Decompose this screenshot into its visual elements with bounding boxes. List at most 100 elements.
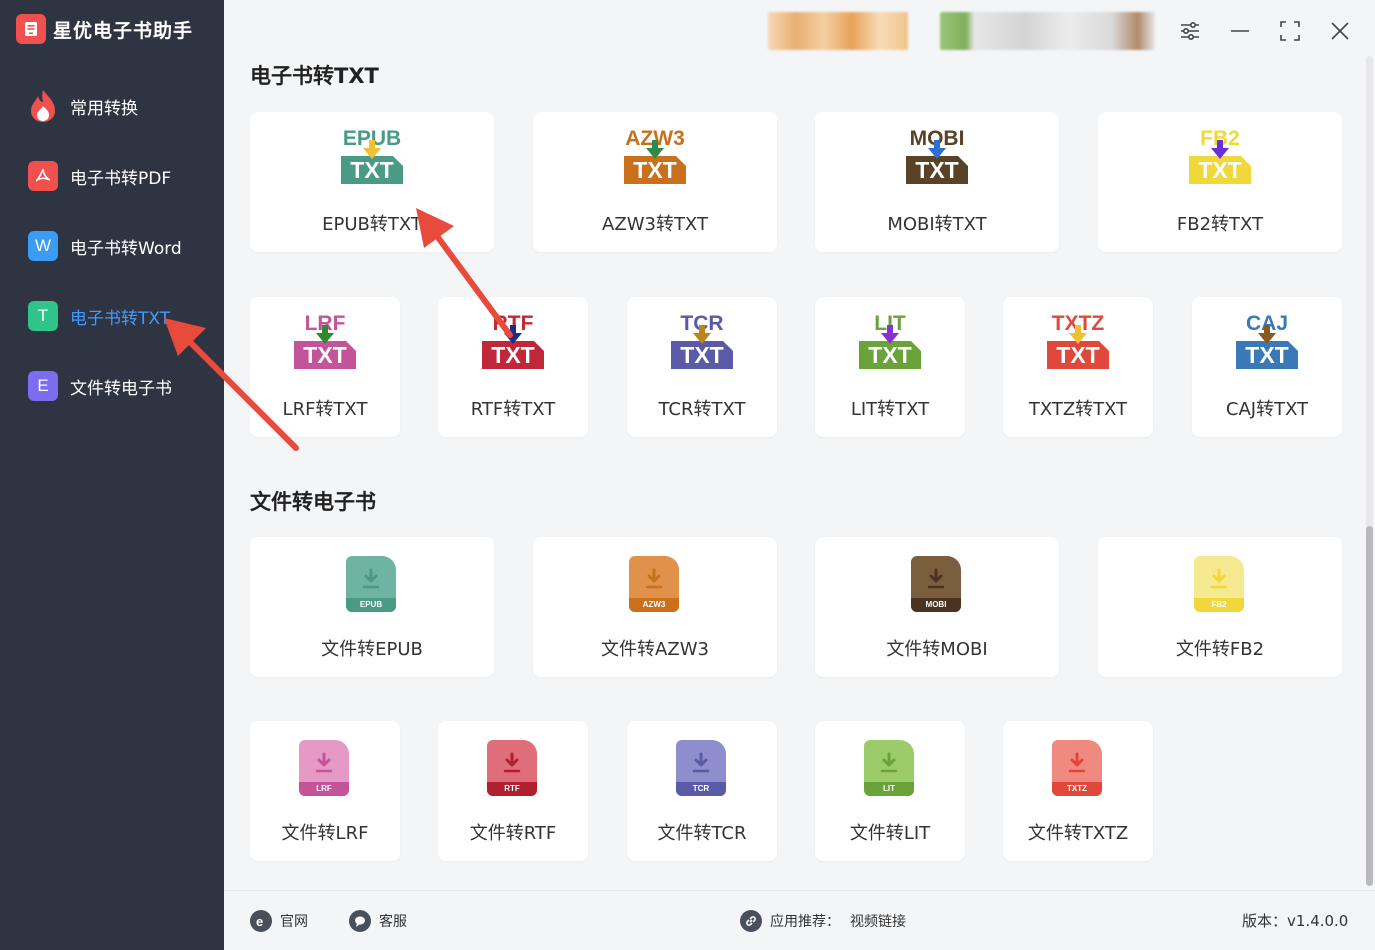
maximize-icon[interactable] — [1275, 16, 1305, 46]
sidebar-item-file-to-ebook[interactable]: E 文件转电子书 — [28, 366, 218, 406]
lrf-file-icon: LRF — [299, 740, 351, 798]
app-title: 星优电子书助手 — [53, 19, 194, 42]
settings-sliders-icon[interactable] — [1175, 16, 1205, 46]
txt-icon: T — [28, 301, 58, 331]
mobi-to-txt-icon: MOBI TXT — [902, 128, 972, 188]
card-file-to-rtf[interactable]: RTF 文件转RTF — [438, 721, 588, 861]
card-label: 文件转LIT — [849, 823, 931, 844]
corner-fold — [676, 156, 686, 166]
version-label: 版本：v1.4.0.0 — [1242, 912, 1349, 930]
video-link[interactable]: 视频链接 — [850, 911, 906, 931]
download-arrow-icon — [645, 568, 663, 589]
card-azw3-to-txt[interactable]: AZW3 TXT AZW3转TXT — [533, 112, 777, 252]
tcr-file-icon: TCR — [676, 740, 728, 798]
mobi-file-icon: MOBI — [911, 556, 963, 614]
txt-glyph: T — [37, 306, 49, 325]
download-arrow-icon — [1210, 568, 1228, 589]
rtf-file-icon: RTF — [487, 740, 539, 798]
azw3-file-icon: AZW3 — [629, 556, 681, 614]
blurred-user-name — [940, 12, 1155, 50]
download-arrow-icon — [362, 568, 380, 589]
section-title-to-txt: 电子书转TXT — [250, 64, 379, 88]
card-label: 文件转MOBI — [886, 639, 988, 660]
sidebar-item-pdf[interactable]: 电子书转PDF — [28, 156, 218, 196]
sidebar-item-word[interactable]: W 电子书转Word — [28, 226, 218, 266]
sidebar-item-label: 文件转电子书 — [70, 378, 172, 399]
corner-fold — [393, 156, 403, 166]
corner-fold — [723, 341, 733, 351]
app-logo: 星优电子书助手 — [16, 14, 193, 44]
fb2-to-txt-icon: FB2 TXT — [1185, 128, 1255, 188]
format-tag: LRF — [299, 782, 349, 796]
format-tag: AZW3 — [629, 598, 679, 612]
support-link[interactable]: 客服 — [349, 910, 407, 932]
sidebar-item-common[interactable]: 常用转换 — [28, 86, 218, 126]
format-tag: TXTZ — [1052, 782, 1102, 796]
card-file-to-fb2[interactable]: FB2 文件转FB2 — [1098, 537, 1342, 677]
support-label: 客服 — [379, 914, 407, 930]
card-label: FB2转TXT — [1176, 214, 1264, 235]
card-fb2-to-txt[interactable]: FB2 TXT FB2转TXT — [1098, 112, 1342, 252]
card-label: 文件转EPUB — [321, 639, 423, 660]
card-txtz-to-txt[interactable]: TXTZ TXT TXTZ转TXT — [1003, 297, 1153, 437]
card-label: TXTZ转TXT — [1028, 399, 1128, 420]
app-recommend: 应用推荐： 视频链接 — [740, 910, 906, 932]
sidebar-item-label: 常用转换 — [70, 98, 138, 119]
website-label: 官网 — [280, 914, 308, 930]
card-file-to-lit[interactable]: LIT 文件转LIT — [815, 721, 965, 861]
card-label: 文件转FB2 — [1175, 639, 1265, 660]
format-tag: LIT — [864, 782, 914, 796]
ie-globe-icon: e — [250, 910, 272, 932]
website-link[interactable]: e 官网 — [250, 910, 308, 932]
ebook-icon: E — [28, 371, 58, 401]
download-arrow-icon — [692, 752, 710, 773]
card-label: 文件转RTF — [469, 823, 557, 844]
card-file-to-txtz[interactable]: TXTZ 文件转TXTZ — [1003, 721, 1153, 861]
close-icon[interactable] — [1325, 16, 1355, 46]
card-rtf-to-txt[interactable]: RTF TXT RTF转TXT — [438, 297, 588, 437]
scrollbar-thumb[interactable] — [1366, 526, 1373, 886]
card-label: MOBI转TXT — [887, 214, 987, 235]
card-label: EPUB转TXT — [322, 214, 422, 235]
epub-to-txt-icon: EPUB TXT — [337, 128, 407, 188]
card-caj-to-txt[interactable]: CAJ TXT CAJ转TXT — [1192, 297, 1342, 437]
card-label: LIT转TXT — [850, 399, 930, 420]
sidebar: 星优电子书助手 常用转换 电子书转PDF W 电子书转Word T 电子书转TX… — [0, 0, 224, 950]
lit-file-icon: LIT — [864, 740, 916, 798]
download-arrow-icon — [927, 568, 945, 589]
download-arrow-icon — [503, 752, 521, 773]
format-tag: RTF — [487, 782, 537, 796]
format-tag: MOBI — [911, 598, 961, 612]
sidebar-item-label: 电子书转PDF — [70, 168, 172, 189]
rtf-to-txt-icon: RTF TXT — [478, 313, 548, 373]
download-arrow-icon — [880, 752, 898, 773]
card-mobi-to-txt[interactable]: MOBI TXT MOBI转TXT — [815, 112, 1059, 252]
corner-fold — [346, 341, 356, 351]
corner-fold — [1288, 341, 1298, 351]
vertical-scrollbar[interactable] — [1366, 56, 1373, 886]
card-tcr-to-txt[interactable]: TCR TXT TCR转TXT — [627, 297, 777, 437]
card-file-to-tcr[interactable]: TCR 文件转TCR — [627, 721, 777, 861]
card-file-to-mobi[interactable]: MOBI 文件转MOBI — [815, 537, 1059, 677]
sidebar-item-txt[interactable]: T 电子书转TXT — [28, 296, 218, 336]
card-label: CAJ转TXT — [1225, 399, 1309, 420]
minimize-icon[interactable] — [1225, 16, 1255, 46]
card-file-to-azw3[interactable]: AZW3 文件转AZW3 — [533, 537, 777, 677]
section-title-to-ebook: 文件转电子书 — [250, 490, 376, 514]
fb2-file-icon: FB2 — [1194, 556, 1246, 614]
lit-to-txt-icon: LIT TXT — [855, 313, 925, 373]
card-file-to-epub[interactable]: EPUB 文件转EPUB — [250, 537, 494, 677]
download-arrow-icon — [1068, 752, 1086, 773]
txtz-file-icon: TXTZ — [1052, 740, 1104, 798]
card-epub-to-txt[interactable]: EPUB TXT EPUB转TXT — [250, 112, 494, 252]
card-lrf-to-txt[interactable]: LRF TXT LRF转TXT — [250, 297, 400, 437]
corner-fold — [1099, 341, 1109, 351]
format-tag: TCR — [676, 782, 726, 796]
card-label: TCR转TXT — [658, 399, 746, 420]
card-label: 文件转TXTZ — [1027, 823, 1129, 844]
card-lit-to-txt[interactable]: LIT TXT LIT转TXT — [815, 297, 965, 437]
corner-fold — [1241, 156, 1251, 166]
card-file-to-lrf[interactable]: LRF 文件转LRF — [250, 721, 400, 861]
sidebar-item-label: 电子书转TXT — [70, 308, 171, 329]
pdf-icon — [28, 161, 58, 191]
